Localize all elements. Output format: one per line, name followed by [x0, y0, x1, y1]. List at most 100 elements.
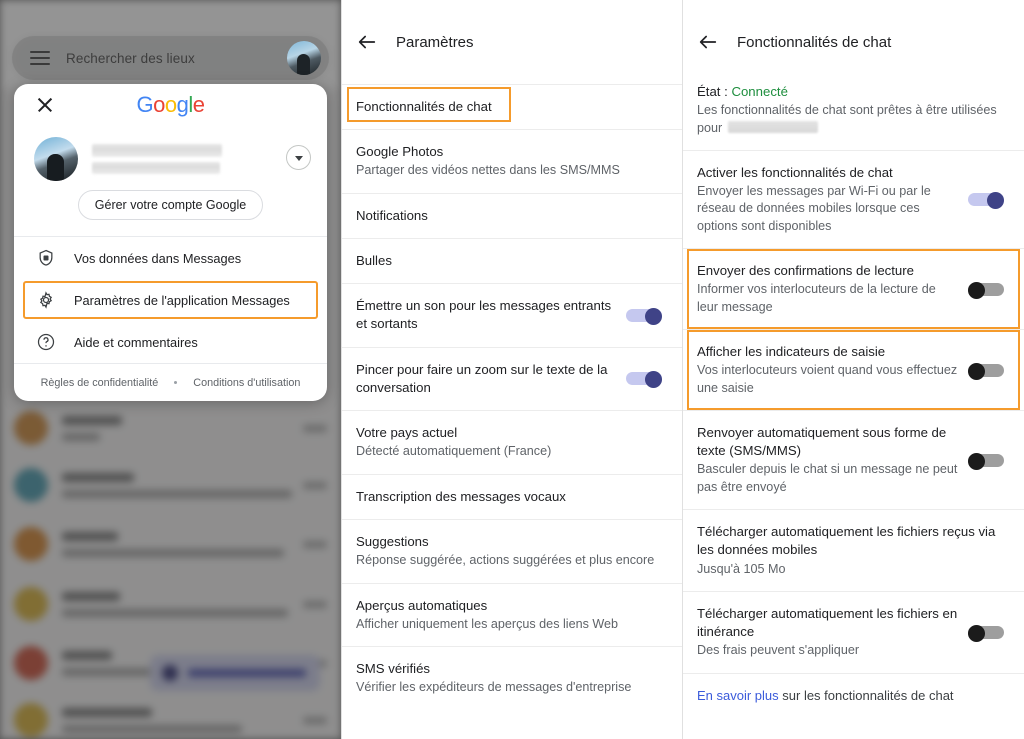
toggle-knob	[987, 191, 1004, 209]
app-screen: Rechercher des lieux Google Gérer votre …	[0, 0, 1024, 739]
toggle-enable-chat-features[interactable]	[968, 191, 1004, 209]
settings-row-title: Bulles	[356, 253, 392, 269]
toggle-typing-indicators[interactable]	[968, 362, 1004, 380]
settings-row-subtitle: Jusqu'à 105 Mo	[697, 561, 786, 576]
settings-header: Paramètres	[342, 0, 682, 84]
status-phone-redacted	[727, 120, 818, 133]
user-avatar[interactable]	[287, 41, 321, 75]
account-menu-item-messages-settings[interactable]: Paramètres de l'application Messages	[14, 279, 327, 321]
status-line: État : Connecté	[697, 84, 1008, 99]
status-label: État :	[697, 84, 732, 99]
footer-separator-dot	[174, 381, 178, 384]
settings-row-google-photos[interactable]: Google Photos Partager des vidéos nettes…	[342, 129, 682, 193]
chat-row-auto-download-mobile-data[interactable]: Télécharger automatiquement les fichiers…	[683, 509, 1024, 591]
settings-row-title: Pincer pour faire un zoom sur le texte d…	[356, 361, 608, 395]
settings-row-text: Google Photos Partager des vidéos nettes…	[356, 143, 666, 180]
settings-row-text: Afficher les indicateurs de saisie Vos i…	[697, 343, 968, 397]
google-account-card: Google Gérer votre compte Google Vos don…	[14, 84, 327, 401]
account-user-row[interactable]	[14, 128, 327, 190]
toggle-message-sounds[interactable]	[626, 307, 662, 325]
settings-row-title: Aperçus automatiques	[356, 597, 488, 613]
avatar	[34, 137, 78, 181]
toggle-knob	[968, 452, 985, 470]
settings-row-text: SMS vérifiés Vérifier les expéditeurs de…	[356, 660, 666, 697]
logo-letter-G: G	[136, 92, 154, 117]
settings-row-text: Émettre un son pour les messages entrant…	[356, 297, 626, 333]
settings-row-title: Émettre un son pour les messages entrant…	[356, 298, 612, 332]
terms-of-service-link[interactable]: Conditions d'utilisation	[193, 377, 300, 389]
chat-row-enable-chat-features[interactable]: Activer les fonctionnalités de chat Envo…	[683, 149, 1024, 248]
settings-row-voicemail-transcription[interactable]: Transcription des messages vocaux	[342, 473, 682, 519]
settings-row-subtitle: Partager des vidéos nettes dans les SMS/…	[356, 163, 620, 178]
toggle-read-receipts[interactable]	[968, 281, 1004, 299]
settings-row-title: Fonctionnalités de chat	[356, 99, 492, 114]
settings-row-title: Télécharger automatiquement les fichiers…	[697, 524, 996, 558]
settings-row-subtitle: Vos interlocuteurs voient quand vous eff…	[697, 363, 958, 395]
account-name-redacted	[92, 144, 222, 157]
settings-row-title: Transcription des messages vocaux	[356, 488, 566, 504]
settings-row-subtitle: Afficher uniquement les aperçus des lien…	[356, 616, 619, 631]
chat-row-auto-download-roaming[interactable]: Télécharger automatiquement les fichiers…	[683, 591, 1024, 673]
middle-panel-settings: Paramètres Fonctionnalités de chat Googl…	[341, 0, 682, 739]
search-input-placeholder[interactable]: Rechercher des lieux	[66, 51, 195, 66]
page-title: Fonctionnalités de chat	[737, 33, 892, 51]
account-email-redacted	[92, 162, 220, 174]
settings-row-title: Activer les fonctionnalités de chat	[697, 164, 893, 180]
settings-row-text: Aperçus automatiques Afficher uniquement…	[356, 597, 666, 634]
search-bar[interactable]: Rechercher des lieux	[12, 36, 329, 80]
hamburger-menu-icon[interactable]	[30, 51, 50, 65]
toggle-pinch-zoom[interactable]	[626, 371, 662, 389]
page-title: Paramètres	[396, 33, 474, 51]
logo-letter-e: e	[192, 92, 205, 117]
status-description: Les fonctionnalités de chat sont prêtes …	[697, 102, 1008, 138]
toggle-auto-download-roaming[interactable]	[968, 624, 1004, 642]
settings-row-pinch-zoom[interactable]: Pincer pour faire un zoom sur le texte d…	[342, 346, 682, 410]
settings-row-notifications[interactable]: Notifications	[342, 192, 682, 238]
settings-row-text: Votre pays actuel Détecté automatiquemen…	[356, 424, 666, 461]
settings-row-title: Suggestions	[356, 533, 429, 549]
settings-row-subtitle: Envoyer les messages par Wi-Fi ou par le…	[697, 183, 931, 233]
account-menu-item-label: Paramètres de l'application Messages	[74, 292, 290, 308]
settings-row-text: Renvoyer automatiquement sous forme de t…	[697, 424, 968, 496]
settings-row-text: Notifications	[356, 207, 666, 225]
logo-letter-o2: o	[164, 92, 177, 117]
chat-row-typing-indicators[interactable]: Afficher les indicateurs de saisie Vos i…	[683, 329, 1024, 411]
chat-row-auto-resend-sms[interactable]: Renvoyer automatiquement sous forme de t…	[683, 410, 1024, 509]
back-arrow-icon[interactable]	[697, 31, 719, 53]
back-arrow-icon[interactable]	[356, 31, 378, 53]
toggle-knob	[968, 362, 985, 380]
privacy-policy-link[interactable]: Règles de confidentialité	[41, 377, 159, 389]
account-card-header: Google	[14, 84, 327, 128]
account-menu-item-your-data[interactable]: Vos données dans Messages	[14, 237, 327, 279]
settings-row-chat-features[interactable]: Fonctionnalités de chat	[342, 84, 682, 129]
status-badge: Connecté	[731, 84, 788, 99]
toggle-knob	[968, 624, 985, 642]
chat-row-read-receipts[interactable]: Envoyer des confirmations de lecture Inf…	[683, 248, 1024, 330]
settings-row-title: SMS vérifiés	[356, 661, 431, 677]
settings-row-text: Télécharger automatiquement les fichiers…	[697, 523, 1008, 578]
settings-row-subtitle: Basculer depuis le chat si un message ne…	[697, 462, 958, 494]
chevron-down-icon[interactable]	[286, 145, 311, 170]
settings-row-bubbles[interactable]: Bulles	[342, 238, 682, 283]
settings-row-current-country[interactable]: Votre pays actuel Détecté automatiquemen…	[342, 410, 682, 474]
settings-row-text: Fonctionnalités de chat	[356, 98, 666, 116]
toggle-knob	[645, 307, 662, 325]
settings-row-message-sounds[interactable]: Émettre un son pour les messages entrant…	[342, 283, 682, 346]
settings-row-title: Notifications	[356, 207, 428, 223]
learn-more-rest: sur les fonctionnalités de chat	[778, 687, 954, 703]
settings-row-verified-sms[interactable]: SMS vérifiés Vérifier les expéditeurs de…	[342, 646, 682, 710]
account-menu-item-help[interactable]: Aide et commentaires	[14, 321, 327, 363]
manage-google-account-button[interactable]: Gérer votre compte Google	[77, 190, 264, 220]
learn-more-row: En savoir plus sur les fonctionnalités d…	[683, 672, 1024, 713]
settings-row-auto-previews[interactable]: Aperçus automatiques Afficher uniquement…	[342, 582, 682, 647]
shield-icon	[36, 248, 56, 268]
settings-row-title: Afficher les indicateurs de saisie	[697, 344, 886, 360]
settings-row-suggestions[interactable]: Suggestions Réponse suggérée, actions su…	[342, 518, 682, 583]
right-panel-chat-features: Fonctionnalités de chat État : Connecté …	[682, 0, 1024, 739]
learn-more-link[interactable]: En savoir plus	[697, 688, 779, 703]
toggle-auto-resend-sms[interactable]	[968, 452, 1004, 470]
manage-account-row: Gérer votre compte Google	[14, 190, 327, 236]
settings-row-title: Télécharger automatiquement les fichiers…	[697, 606, 958, 640]
account-menu-item-label: Aide et commentaires	[74, 334, 198, 350]
toggle-knob	[968, 281, 985, 299]
